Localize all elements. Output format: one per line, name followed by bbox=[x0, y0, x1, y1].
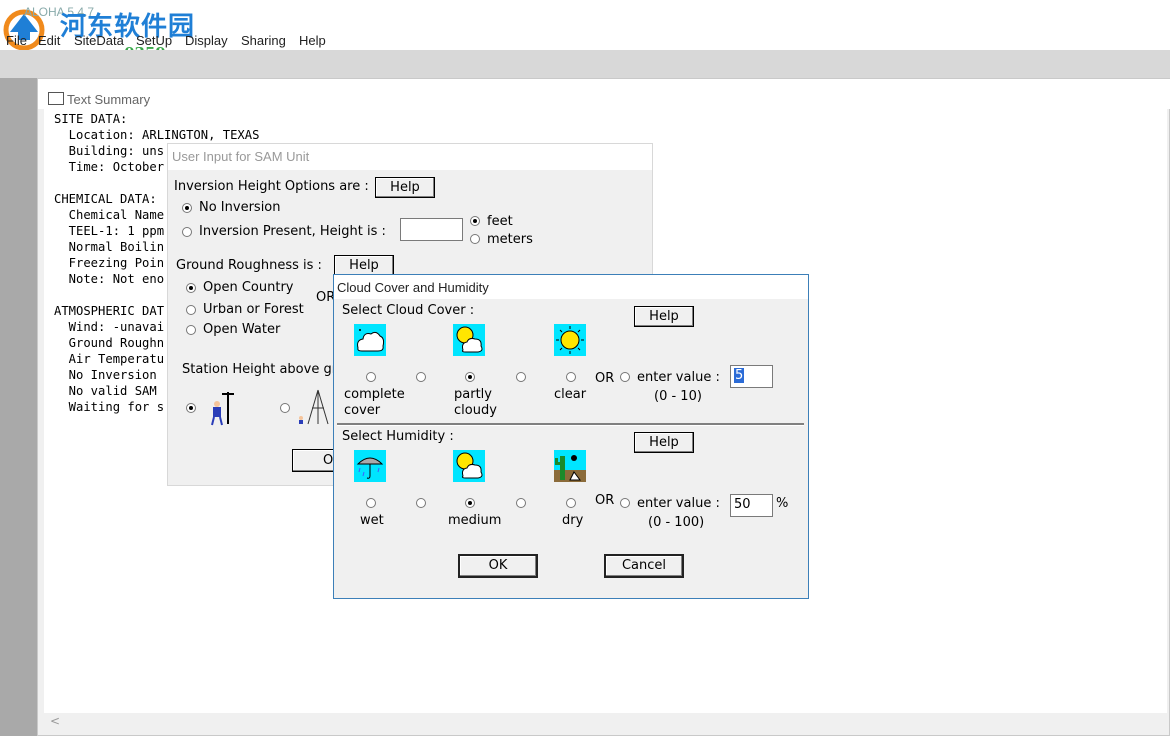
cloud-partly-radio[interactable] bbox=[465, 372, 475, 382]
urban-forest-radio[interactable] bbox=[186, 305, 196, 315]
sam-dialog-titlebar: User Input for SAM Unit bbox=[168, 144, 652, 170]
menu-edit[interactable]: Edit bbox=[38, 33, 60, 48]
humidity-help-button[interactable]: Help bbox=[634, 432, 694, 453]
humidity-dry-radio[interactable] bbox=[566, 498, 576, 508]
inversion-present-label: Inversion Present, Height is : bbox=[199, 224, 386, 239]
partly-cloudy-label: partly cloudy bbox=[454, 387, 497, 418]
cloud-value-input[interactable]: 5 bbox=[730, 365, 773, 388]
partly-cloudy-icon bbox=[453, 324, 485, 356]
humidity-enter-value-label: enter value : bbox=[637, 496, 720, 511]
cloud-clear-radio[interactable] bbox=[566, 372, 576, 382]
sam-dialog-title: User Input for SAM Unit bbox=[172, 149, 310, 164]
mdi-strip bbox=[0, 50, 1170, 78]
complete-cover-cloud-icon bbox=[354, 324, 386, 356]
cancel-button[interactable]: Cancel bbox=[604, 554, 684, 578]
text-summary-titlebar: Text Summary bbox=[38, 79, 1170, 109]
select-humidity-label: Select Humidity : bbox=[342, 429, 454, 444]
urban-forest-label: Urban or Forest bbox=[203, 302, 304, 317]
station-height-low-radio[interactable] bbox=[186, 403, 196, 413]
humidity-medium-radio[interactable] bbox=[465, 498, 475, 508]
feet-radio[interactable] bbox=[470, 216, 480, 226]
humidity-enter-value-radio[interactable] bbox=[620, 498, 630, 508]
cloud-dialog-title: Cloud Cover and Humidity bbox=[337, 280, 489, 295]
menu-sitedata[interactable]: SiteData bbox=[74, 33, 124, 48]
percent-label: % bbox=[776, 496, 789, 511]
cloud-level-2-radio[interactable] bbox=[416, 372, 426, 382]
cloud-help-button[interactable]: Help bbox=[634, 306, 694, 327]
inversion-help-button[interactable]: Help bbox=[375, 177, 435, 198]
inversion-height-input[interactable] bbox=[400, 218, 463, 241]
dry-label: dry bbox=[562, 513, 584, 528]
station-height-label: Station Height above gr bbox=[182, 362, 338, 377]
ok-button[interactable]: OK bbox=[458, 554, 538, 578]
dry-cactus-icon bbox=[554, 450, 586, 482]
cloud-level-4-radio[interactable] bbox=[516, 372, 526, 382]
open-country-radio[interactable] bbox=[186, 283, 196, 293]
cloud-or-label: OR bbox=[595, 371, 615, 386]
humidity-range-label: (0 - 100) bbox=[648, 515, 705, 530]
person-weather-station-icon bbox=[211, 392, 234, 426]
cloud-enter-value-radio[interactable] bbox=[620, 372, 630, 382]
clear-sun-icon bbox=[554, 324, 586, 356]
menu-bar: ALOHA 5.4.7 河东软件园 www.pc0359.cn File Edi… bbox=[0, 0, 1170, 62]
feet-label: feet bbox=[487, 214, 513, 229]
horizontal-scrollbar[interactable]: < bbox=[44, 713, 1167, 730]
menu-setup[interactable]: SetUp bbox=[136, 33, 172, 48]
menu-sharing[interactable]: Sharing bbox=[241, 33, 286, 48]
open-water-radio[interactable] bbox=[186, 325, 196, 335]
section-divider bbox=[337, 423, 804, 426]
select-cloud-cover-label: Select Cloud Cover : bbox=[342, 303, 475, 318]
wet-label: wet bbox=[360, 513, 384, 528]
no-inversion-label: No Inversion bbox=[199, 200, 281, 215]
meters-label: meters bbox=[487, 232, 533, 247]
roughness-help-button[interactable]: Help bbox=[334, 255, 394, 276]
medium-humidity-icon bbox=[453, 450, 485, 482]
scroll-left-arrow-icon[interactable]: < bbox=[50, 714, 60, 728]
cloud-value-text: 5 bbox=[734, 368, 745, 383]
cloud-enter-value-label: enter value : bbox=[637, 370, 720, 385]
text-summary-title: Text Summary bbox=[67, 92, 151, 107]
meters-radio[interactable] bbox=[470, 234, 480, 244]
complete-cover-label: complete cover bbox=[344, 387, 405, 418]
inversion-present-radio[interactable] bbox=[182, 227, 192, 237]
open-country-label: Open Country bbox=[203, 280, 294, 295]
humidity-level-4-radio[interactable] bbox=[516, 498, 526, 508]
clear-label: clear bbox=[554, 387, 587, 402]
menu-display[interactable]: Display bbox=[185, 33, 228, 48]
no-inversion-radio[interactable] bbox=[182, 203, 192, 213]
cloud-complete-radio[interactable] bbox=[366, 372, 376, 382]
menu-file[interactable]: File bbox=[6, 33, 27, 48]
humidity-or-label: OR bbox=[595, 493, 615, 508]
cloud-humidity-dialog: Cloud Cover and Humidity Select Cloud Co… bbox=[333, 274, 809, 599]
humidity-value-input[interactable]: 50 bbox=[730, 494, 773, 517]
wet-umbrella-icon bbox=[354, 450, 386, 482]
cloud-range-label: (0 - 10) bbox=[654, 389, 702, 404]
station-height-tower-radio[interactable] bbox=[280, 403, 290, 413]
cloud-dialog-titlebar: Cloud Cover and Humidity bbox=[334, 275, 808, 299]
inversion-label: Inversion Height Options are : bbox=[174, 179, 369, 194]
tower-station-icon bbox=[299, 389, 329, 425]
humidity-wet-radio[interactable] bbox=[366, 498, 376, 508]
medium-label: medium bbox=[448, 513, 502, 528]
text-window-icon bbox=[48, 92, 64, 105]
menu-help[interactable]: Help bbox=[299, 33, 326, 48]
open-water-label: Open Water bbox=[203, 322, 281, 337]
humidity-level-2-radio[interactable] bbox=[416, 498, 426, 508]
ground-roughness-label: Ground Roughness is : bbox=[176, 258, 322, 273]
